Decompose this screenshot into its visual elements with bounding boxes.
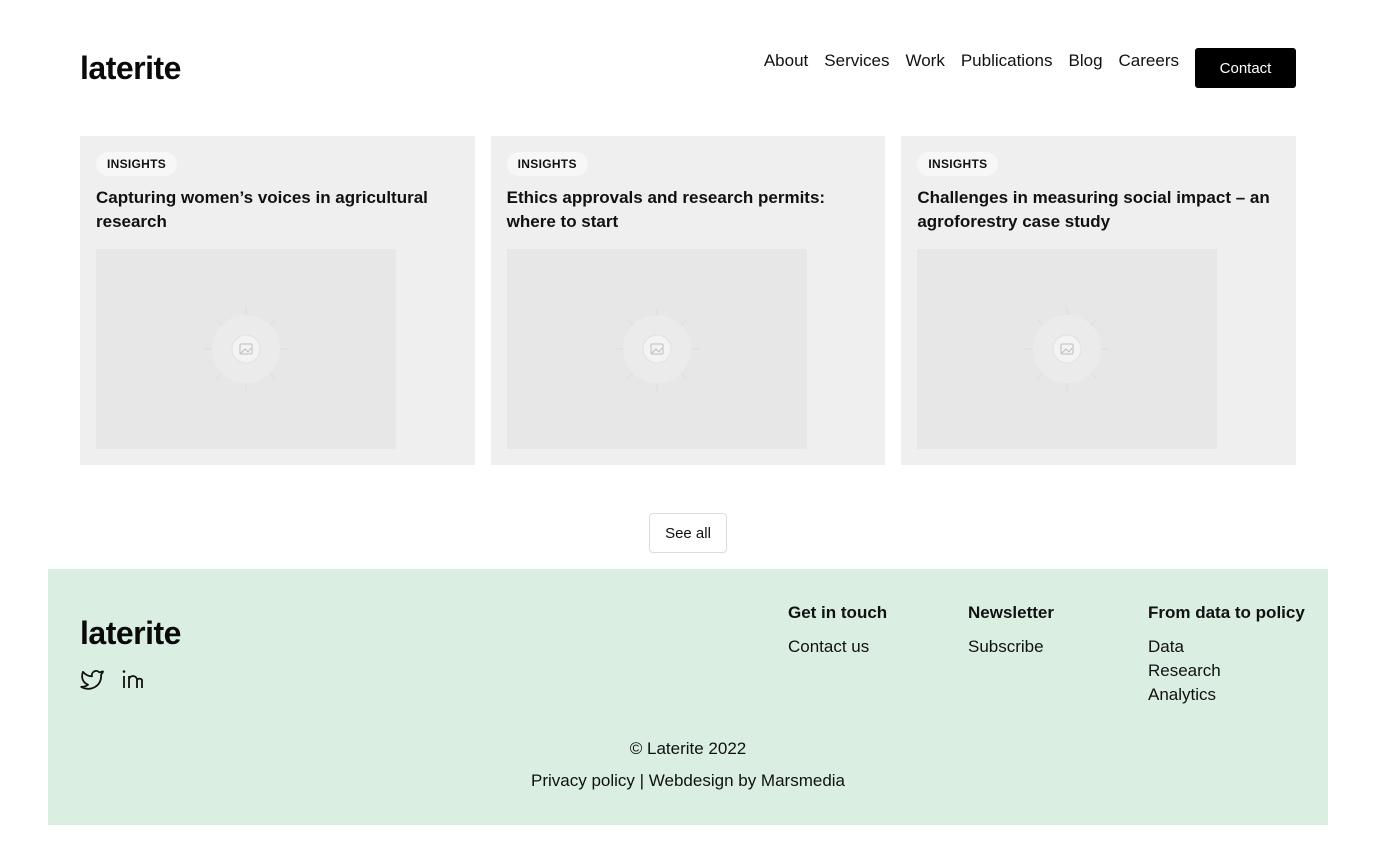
footer-heading: Newsletter: [968, 603, 1054, 622]
nav-item-publications[interactable]: Publications: [961, 51, 1053, 71]
linkedin-icon[interactable]: [120, 667, 144, 691]
footer-heading: Get in touch: [788, 603, 888, 622]
footer-link-analytics[interactable]: Analytics: [1148, 683, 1305, 707]
nav-item-blog[interactable]: Blog: [1069, 51, 1103, 71]
footer-logo[interactable]: laterite: [80, 615, 181, 651]
footer-link-contact-us[interactable]: Contact us: [788, 635, 887, 659]
site-header: laterite About Services Work Publication…: [80, 48, 1296, 88]
footer-column-get-in-touch: Get in touch Contact us: [788, 603, 887, 659]
card-title[interactable]: Ethics approvals and research permits: w…: [507, 186, 869, 234]
nav-item-about[interactable]: About: [764, 51, 808, 71]
nav-item-services[interactable]: Services: [824, 51, 889, 71]
contact-button[interactable]: Contact: [1195, 48, 1296, 88]
social-links: [80, 667, 144, 691]
footer-link-research[interactable]: Research: [1148, 659, 1305, 683]
copyright: © Laterite 2022: [629, 739, 747, 758]
nav-item-careers[interactable]: Careers: [1119, 51, 1179, 71]
footer-column-data-to-policy: From data to policy Data Research Analyt…: [1148, 603, 1305, 707]
legal-links: Privacy policy | Webdesign by Marsmedia: [48, 771, 1328, 791]
nav-item-work[interactable]: Work: [905, 51, 944, 71]
image-placeholder-icon: [204, 307, 288, 391]
blog-card[interactable]: INSIGHTS Ethics approvals and research p…: [490, 136, 886, 465]
card-image: [96, 249, 396, 449]
site-footer: laterite Get in touch Contact us Newslet…: [48, 569, 1328, 825]
image-placeholder-icon: [1025, 307, 1110, 391]
footer-heading: From data to policy: [1148, 603, 1305, 622]
category-badge: INSIGHTS: [917, 152, 999, 176]
main-nav: About Services Work Publications Blog Ca…: [764, 48, 1296, 88]
footer-column-newsletter: Newsletter Subscribe: [968, 603, 1054, 659]
card-image: [917, 249, 1218, 449]
twitter-icon[interactable]: [80, 667, 104, 691]
card-title[interactable]: Challenges in measuring social impact – …: [917, 186, 1279, 234]
see-all-button[interactable]: See all: [649, 513, 727, 553]
separator: |: [634, 771, 649, 790]
credit-link[interactable]: Webdesign by Marsmedia: [649, 771, 845, 790]
site-logo[interactable]: laterite: [80, 50, 181, 86]
footer-link-subscribe[interactable]: Subscribe: [968, 635, 1054, 659]
blog-cards: INSIGHTS Capturing women’s voices in agr…: [80, 136, 1297, 465]
category-badge: INSIGHTS: [96, 152, 178, 176]
blog-card[interactable]: INSIGHTS Challenges in measuring social …: [901, 136, 1297, 465]
privacy-policy-link[interactable]: Privacy policy: [531, 771, 635, 790]
card-image: [506, 249, 807, 449]
footer-link-data[interactable]: Data: [1148, 635, 1305, 659]
category-badge: INSIGHTS: [506, 152, 588, 176]
blog-card[interactable]: INSIGHTS Capturing women’s voices in agr…: [80, 136, 475, 465]
card-title[interactable]: Capturing women’s voices in agricultural…: [96, 186, 458, 234]
image-placeholder-icon: [614, 307, 699, 391]
